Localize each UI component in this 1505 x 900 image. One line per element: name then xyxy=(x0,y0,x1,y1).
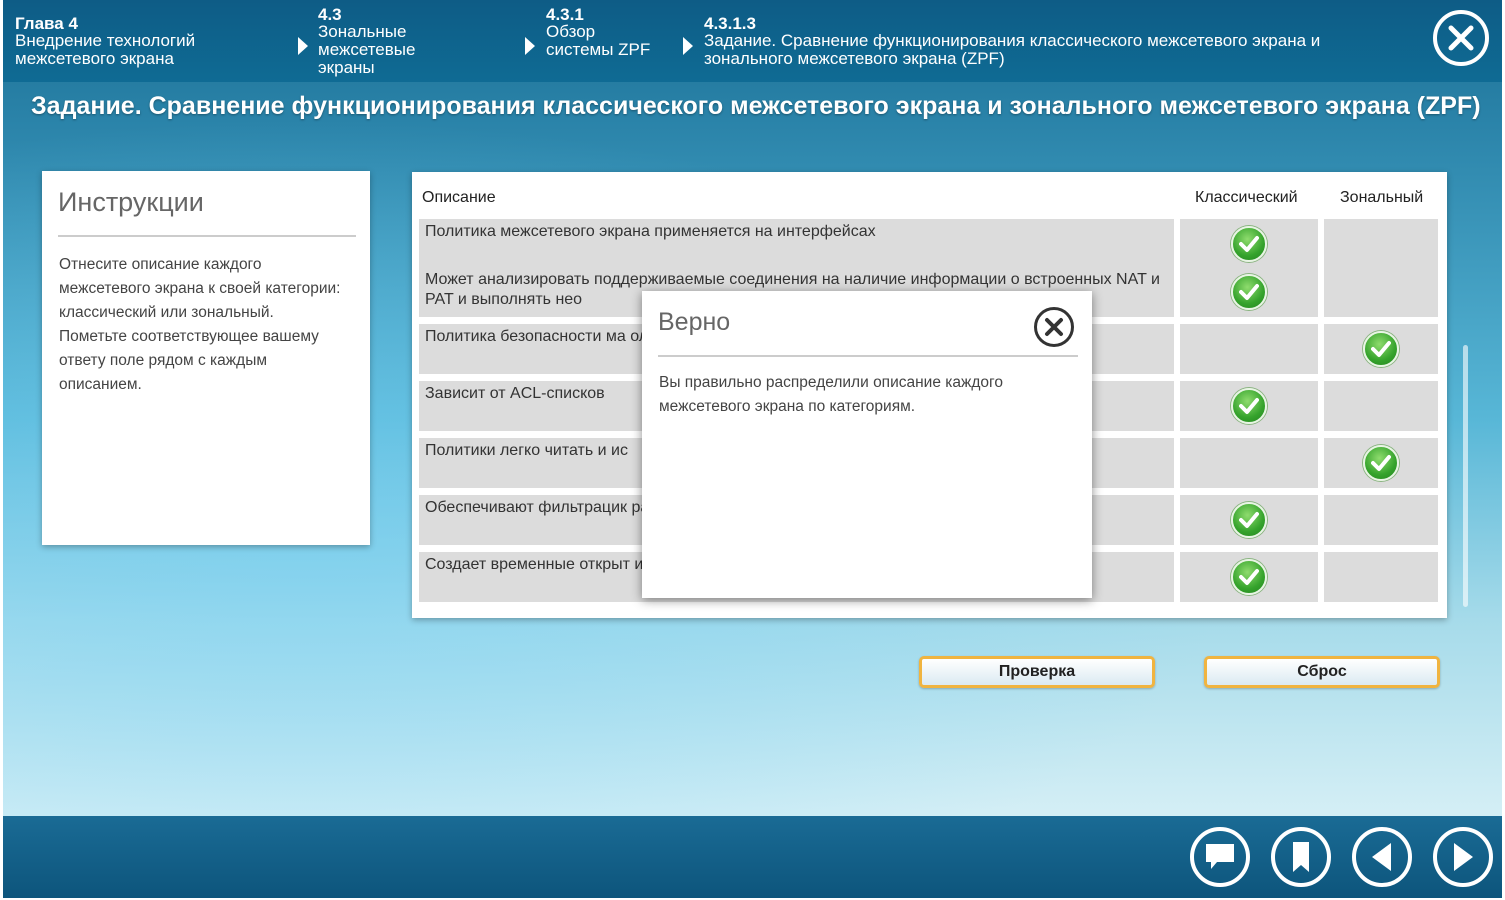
breadcrumb-current-number: 4.3.1.3 xyxy=(704,14,756,33)
next-button[interactable] xyxy=(1433,827,1493,887)
bookmark-button[interactable] xyxy=(1271,827,1331,887)
chat-button[interactable] xyxy=(1190,827,1250,887)
footer-nav xyxy=(3,816,1502,898)
breadcrumb-section-number: 4.3 xyxy=(318,5,342,24)
breadcrumb-current: 4.3.1.3 Задание. Сравнение функционирова… xyxy=(704,15,1409,68)
reset-button[interactable]: Сброс xyxy=(1204,656,1440,688)
classic-checkbox[interactable] xyxy=(1180,495,1318,545)
divider xyxy=(658,355,1078,357)
close-course-button[interactable] xyxy=(1433,10,1489,66)
breadcrumb-chapter[interactable]: Глава 4 Внедрение технологий межсетевого… xyxy=(15,15,275,68)
zonal-checkbox[interactable] xyxy=(1324,219,1438,269)
row-description: Политика межсетевого экрана применяется … xyxy=(419,219,1174,269)
checkmark-icon xyxy=(1231,274,1267,310)
checkmark-icon xyxy=(1363,331,1399,367)
chat-icon xyxy=(1206,844,1234,869)
close-icon xyxy=(1045,318,1063,336)
breadcrumb-chapter-number: Глава 4 xyxy=(15,14,78,33)
breadcrumb-current-title: Задание. Сравнение функционирования клас… xyxy=(704,31,1321,68)
breadcrumb-bar: Глава 4 Внедрение технологий межсетевого… xyxy=(3,0,1502,82)
bookmark-icon xyxy=(1293,842,1309,872)
checkmark-icon xyxy=(1231,502,1267,538)
classic-checkbox[interactable] xyxy=(1180,381,1318,431)
course-stage: Глава 4 Внедрение технологий межсетевого… xyxy=(3,0,1502,898)
instructions-title: Инструкции xyxy=(58,187,204,217)
dialog-close-button[interactable] xyxy=(1034,307,1074,347)
column-header-classic: Классический xyxy=(1195,189,1298,206)
column-header-description: Описание xyxy=(422,189,496,206)
checkmark-icon xyxy=(1231,388,1267,424)
close-icon xyxy=(1448,25,1474,51)
breadcrumb-section-title: Зональные межсетевые экраны xyxy=(318,22,416,77)
breadcrumb-subsection-number: 4.3.1 xyxy=(546,5,584,24)
breadcrumb-chapter-title: Внедрение технологий межсетевого экрана xyxy=(15,31,196,68)
zonal-checkbox[interactable] xyxy=(1324,381,1438,431)
check-button[interactable]: Проверка xyxy=(919,656,1155,688)
table-row: Политика межсетевого экрана применяется … xyxy=(419,219,1441,269)
breadcrumb-separator-icon xyxy=(298,37,308,55)
zonal-checkbox[interactable] xyxy=(1324,267,1438,317)
classic-checkbox[interactable] xyxy=(1180,438,1318,488)
dialog-title: Верно xyxy=(658,308,731,336)
feedback-dialog: Верно Вы правильно распределили описание… xyxy=(642,291,1092,598)
classic-checkbox[interactable] xyxy=(1180,324,1318,374)
column-header-zonal: Зональный xyxy=(1340,189,1424,206)
zonal-checkbox[interactable] xyxy=(1324,324,1438,374)
previous-icon xyxy=(1372,843,1391,871)
classic-checkbox[interactable] xyxy=(1180,552,1318,602)
divider xyxy=(58,235,356,237)
previous-button[interactable] xyxy=(1352,827,1412,887)
zonal-checkbox[interactable] xyxy=(1324,438,1438,488)
checkmark-icon xyxy=(1231,559,1267,595)
zonal-checkbox[interactable] xyxy=(1324,495,1438,545)
checkmark-icon xyxy=(1231,226,1267,262)
breadcrumb-subsection[interactable]: 4.3.1 Обзор системы ZPF xyxy=(546,6,656,59)
breadcrumb-subsection-title: Обзор системы ZPF xyxy=(546,22,651,59)
checkmark-icon xyxy=(1363,445,1399,481)
dialog-message: Вы правильно распределили описание каждо… xyxy=(659,374,1003,415)
next-icon xyxy=(1454,843,1473,871)
classic-checkbox[interactable] xyxy=(1180,219,1318,269)
page-title: Задание. Сравнение функционирования клас… xyxy=(31,92,1481,120)
instructions-panel: Инструкции Отнесите описание каждого меж… xyxy=(42,171,370,545)
classic-checkbox[interactable] xyxy=(1180,267,1318,317)
breadcrumb-separator-icon xyxy=(525,37,535,55)
breadcrumb-separator-icon xyxy=(683,37,693,55)
instructions-text: Отнесите описание каждого межсетевого эк… xyxy=(59,256,341,393)
breadcrumb-section[interactable]: 4.3 Зональные межсетевые экраны xyxy=(318,6,458,77)
zonal-checkbox[interactable] xyxy=(1324,552,1438,602)
page-scrollbar[interactable] xyxy=(1463,345,1468,607)
